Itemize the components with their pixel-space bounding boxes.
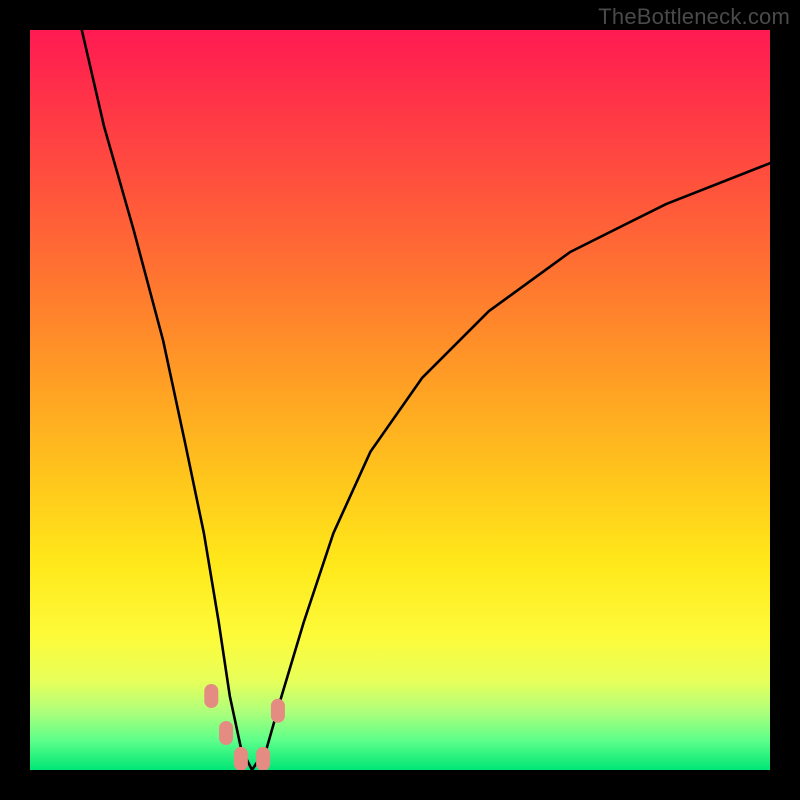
chart-frame: TheBottleneck.com <box>0 0 800 800</box>
bottleneck-curve <box>82 30 770 770</box>
chart-plot-area <box>30 30 770 770</box>
marker-bottom-left <box>234 747 248 770</box>
marker-bottom-right <box>256 747 270 770</box>
marker-right-upper <box>271 699 285 723</box>
chart-svg <box>30 30 770 770</box>
marker-left-mid <box>219 721 233 745</box>
marker-left-upper <box>204 684 218 708</box>
watermark-text: TheBottleneck.com <box>598 4 790 30</box>
